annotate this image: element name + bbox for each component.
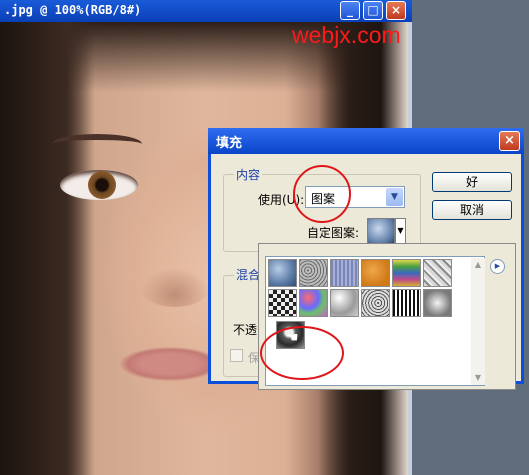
pattern-tile[interactable] xyxy=(423,259,452,287)
eyebrow xyxy=(52,134,142,154)
close-button[interactable]: × xyxy=(386,1,406,20)
dialog-titlebar[interactable]: 填充 × xyxy=(208,128,524,154)
scroll-down-icon[interactable]: ▼ xyxy=(471,371,485,385)
annotation-circle-use xyxy=(293,165,351,223)
nose xyxy=(140,267,210,307)
chevron-down-icon[interactable]: ▼ xyxy=(386,188,403,206)
dialog-close-button[interactable]: × xyxy=(499,131,520,151)
custom-pattern-label: 自定图案: xyxy=(307,226,360,240)
opacity-label: 不透 xyxy=(233,323,258,337)
pattern-tile[interactable] xyxy=(361,259,390,287)
preserve-checkbox[interactable] xyxy=(230,349,243,362)
custom-pattern-picker[interactable]: ▼ xyxy=(367,218,407,244)
pattern-tile[interactable] xyxy=(299,289,328,317)
ok-button[interactable]: 好 xyxy=(432,172,512,192)
pattern-tile[interactable] xyxy=(423,289,452,317)
pattern-menu-icon[interactable]: ▶ xyxy=(490,259,505,274)
pattern-tile[interactable] xyxy=(330,289,359,317)
document-title: .jpg @ 100%(RGB/8#) xyxy=(4,3,142,17)
pattern-tile[interactable] xyxy=(268,259,297,287)
pattern-dropdown-arrow-icon[interactable]: ▼ xyxy=(395,218,406,244)
watermark: webjx.com xyxy=(292,22,401,48)
pattern-tile[interactable] xyxy=(361,289,390,317)
scroll-up-icon[interactable]: ▲ xyxy=(471,258,485,272)
content-group-label: 内容 xyxy=(234,166,263,183)
lips xyxy=(120,347,220,381)
pattern-scrollbar[interactable]: ▲ ▼ xyxy=(471,258,485,385)
pattern-tile[interactable] xyxy=(392,289,421,317)
minimize-button[interactable]: _ xyxy=(340,1,360,20)
annotation-circle-pattern xyxy=(260,326,344,380)
pattern-tile[interactable] xyxy=(268,289,297,317)
maximize-button[interactable]: □ xyxy=(363,1,383,20)
cancel-button[interactable]: 取消 xyxy=(432,200,512,220)
document-titlebar[interactable]: .jpg @ 100%(RGB/8#) _ □ × xyxy=(0,0,412,22)
dialog-title: 填充 xyxy=(216,136,243,151)
hair-left xyxy=(0,22,95,475)
iris xyxy=(88,171,116,199)
pattern-tile[interactable] xyxy=(299,259,328,287)
pattern-swatch[interactable] xyxy=(367,218,395,244)
pattern-tile[interactable] xyxy=(392,259,421,287)
pattern-tile[interactable] xyxy=(330,259,359,287)
